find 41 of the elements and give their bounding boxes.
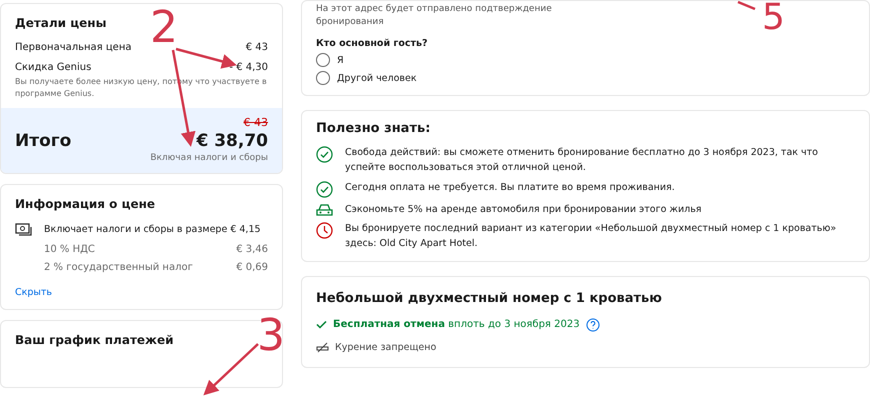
guest-question: Кто основной гость? <box>316 38 429 50</box>
check-circle-icon <box>316 146 333 164</box>
info-text: Сэкономьте 5% на аренде автомобиля при бронировании этого жилья <box>345 202 703 217</box>
guest-radio[interactable]: Другой человек <box>316 71 417 86</box>
old-price: € 43 <box>242 116 268 129</box>
info-text: Сегодня оплата не требуется. Вы платите во время проживания. <box>345 180 676 195</box>
no-smoking-icon <box>316 342 329 353</box>
hide-link[interactable]: Скрыть <box>15 287 52 298</box>
money-icon <box>15 223 32 236</box>
room-title: Небольшой двухместный номер с 1 кроватью <box>316 290 663 306</box>
total-caption: Включая налоги и сборы <box>149 153 268 163</box>
total-price: € 38,70 <box>196 131 268 151</box>
section-title: Полезно знать: <box>316 121 432 136</box>
email-hint: бронирования <box>316 16 384 28</box>
section-title: Ваш график платежей <box>15 333 175 347</box>
email-hint: На этот адрес будет отправлено подтверждение <box>316 3 552 16</box>
annotation-number: 5 <box>762 0 785 36</box>
tax-summary: Включает налоги и сборы в размере € 4,15 <box>44 224 261 235</box>
section-title: Информация о цене <box>15 197 156 211</box>
help-icon[interactable] <box>586 318 600 332</box>
price-label: Первоначальная цена <box>15 42 132 53</box>
tax-value: € 3,46 <box>236 244 268 255</box>
info-text: Вы бронируете последний вариант из категории «Небольшой двухместный номер с 1 кроватью» здесь: Old City Apart Hotel. <box>345 222 838 252</box>
tax-value: € 0,69 <box>236 262 268 273</box>
info-text: Свобода действий: вы сможете отменить бронирование бесплатно до 3 ноября 2023, так что успейте воспользоваться этой отличной ценой. <box>345 146 819 175</box>
cancellation-text: Бесплатная отмена вплоть до 3 ноября 2023 <box>333 319 580 330</box>
annotation-arrow <box>203 343 259 396</box>
check-circle-icon <box>316 180 333 198</box>
price-value: - € 4,30 <box>229 62 268 73</box>
facility-text: Курение запрещено <box>335 342 436 353</box>
price-value: € 43 <box>246 42 268 53</box>
annotation-number: 3 <box>257 314 285 358</box>
car-icon <box>316 202 333 217</box>
check-icon <box>316 320 327 330</box>
price-label: Скидка Genius <box>15 62 92 73</box>
tax-label: 2 % государственный налог <box>44 262 193 273</box>
annotation-number: 2 <box>150 6 178 50</box>
tax-label: 10 % НДС <box>44 244 95 255</box>
section-title: Детали цены <box>15 16 108 30</box>
clock-icon <box>316 222 333 240</box>
total-label: Итого <box>15 131 72 151</box>
